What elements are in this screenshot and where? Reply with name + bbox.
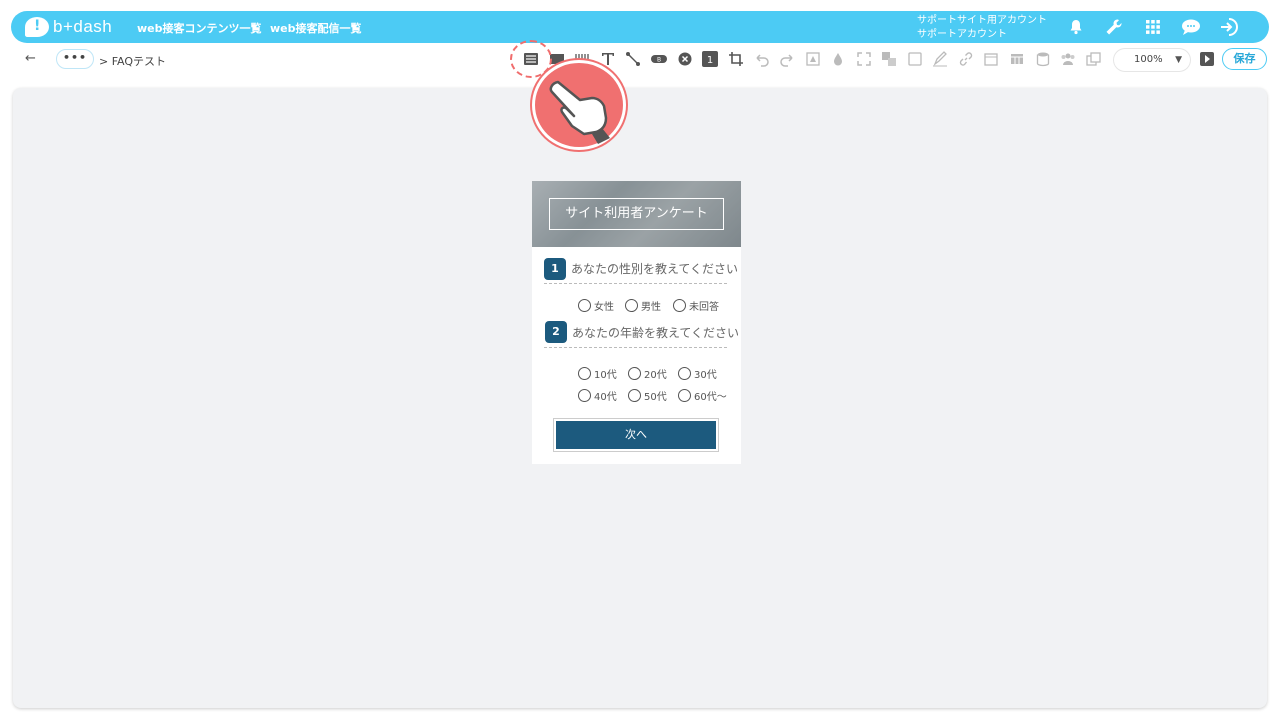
nav-link-deliveries[interactable]: web接客配信一覧: [270, 20, 362, 36]
survey-widget[interactable]: サイト利用者アンケート 1 あなたの性別を教えてください 女性 男性 未回答 2…: [532, 181, 741, 464]
next-button-label: 次へ: [556, 421, 716, 449]
connector-icon[interactable]: [625, 51, 641, 67]
copy-icon[interactable]: [1086, 51, 1102, 67]
radio-button[interactable]: [578, 299, 591, 312]
radio-button[interactable]: [578, 389, 591, 402]
account-sub: サポートアカウント: [917, 29, 1007, 40]
wrench-icon[interactable]: [1104, 17, 1124, 37]
radio-option[interactable]: 40代: [578, 388, 617, 403]
fullscreen-icon[interactable]: [856, 51, 872, 67]
question-text: あなたの年齢を教えてください: [572, 326, 740, 340]
radio-label: 40代: [594, 392, 617, 403]
database-icon[interactable]: [1035, 51, 1051, 67]
table-icon[interactable]: [1009, 51, 1025, 67]
radio-label: 50代: [644, 392, 667, 403]
radio-button[interactable]: [678, 389, 691, 402]
account-info[interactable]: サポートサイト用アカウント サポートアカウント: [917, 14, 1047, 42]
radio-button[interactable]: [628, 367, 641, 380]
svg-text:1: 1: [707, 55, 713, 66]
pointing-hand-icon: [532, 60, 626, 150]
radio-option[interactable]: 10代: [578, 366, 617, 381]
radio-option[interactable]: 未回答: [673, 298, 719, 313]
radio-button[interactable]: [673, 299, 686, 312]
logo-text: b+dash: [53, 17, 113, 36]
tag-icon[interactable]: B: [651, 51, 667, 67]
more-button[interactable]: •••: [56, 49, 94, 69]
preview-play-icon[interactable]: [1200, 52, 1214, 66]
radio-option[interactable]: 50代: [628, 388, 667, 403]
breadcrumb: > FAQテスト: [99, 55, 167, 68]
pen-icon[interactable]: [932, 51, 948, 67]
logo-icon: [25, 17, 49, 37]
back-arrow-icon[interactable]: ←: [25, 51, 36, 66]
radio-option[interactable]: 女性: [578, 298, 614, 313]
calendar-icon[interactable]: [983, 51, 999, 67]
svg-text:B: B: [657, 57, 661, 64]
crop-icon[interactable]: [728, 51, 744, 67]
radio-option[interactable]: 30代: [678, 366, 717, 381]
link-icon[interactable]: [958, 51, 974, 67]
account-name: サポートサイト用アカウント: [917, 15, 1047, 26]
layer-icon[interactable]: [881, 51, 897, 67]
redo-icon[interactable]: [779, 51, 795, 67]
next-button[interactable]: 次へ: [553, 418, 719, 452]
chevron-down-icon: ▼: [1175, 55, 1182, 65]
save-button[interactable]: 保存: [1222, 48, 1267, 70]
frame-icon[interactable]: [805, 51, 821, 67]
radio-label: 未回答: [689, 302, 719, 313]
logout-icon[interactable]: [1219, 17, 1239, 37]
app-frame: b+dash web接客コンテンツ一覧 web接客配信一覧 サポートサイト用アカ…: [0, 0, 1280, 720]
question-number-badge: 2: [545, 321, 567, 343]
zoom-select[interactable]: 100% ▼: [1114, 49, 1190, 71]
drop-icon[interactable]: [830, 51, 846, 67]
question-divider: [544, 283, 727, 284]
radio-label: 20代: [644, 370, 667, 381]
grid-icon[interactable]: [1143, 17, 1163, 37]
radio-label: 男性: [641, 302, 661, 313]
radio-label: 30代: [694, 370, 717, 381]
zoom-value: 100%: [1134, 54, 1163, 65]
radio-option[interactable]: 60代～: [678, 388, 727, 403]
survey-title: サイト利用者アンケート: [549, 198, 724, 230]
radio-label: 10代: [594, 370, 617, 381]
survey-header-image: サイト利用者アンケート: [532, 181, 741, 247]
radio-option[interactable]: 男性: [625, 298, 661, 313]
number-icon[interactable]: 1: [702, 51, 718, 67]
radio-label: 女性: [594, 302, 614, 313]
radio-button[interactable]: [578, 367, 591, 380]
question-number-badge: 1: [544, 258, 566, 280]
radio-label: 60代～: [694, 392, 727, 403]
radio-button[interactable]: [625, 299, 638, 312]
radio-button[interactable]: [628, 389, 641, 402]
bell-icon[interactable]: [1066, 17, 1086, 37]
question-divider: [544, 347, 727, 348]
radio-option[interactable]: 20代: [628, 366, 667, 381]
chat-icon[interactable]: [1181, 17, 1201, 37]
nav-link-contents[interactable]: web接客コンテンツ一覧: [137, 20, 262, 36]
editor-toolbar: ← ••• > FAQテスト B 1 100% ▼ 保存: [11, 45, 1269, 75]
close-circle-icon[interactable]: [677, 51, 693, 67]
question-text: あなたの性別を教えてください: [571, 262, 739, 276]
square-icon[interactable]: [907, 51, 923, 67]
top-header: b+dash web接客コンテンツ一覧 web接客配信一覧 サポートサイト用アカ…: [11, 11, 1269, 43]
people-icon[interactable]: [1060, 51, 1076, 67]
radio-button[interactable]: [678, 367, 691, 380]
undo-icon[interactable]: [754, 51, 770, 67]
logo[interactable]: b+dash: [25, 15, 112, 39]
